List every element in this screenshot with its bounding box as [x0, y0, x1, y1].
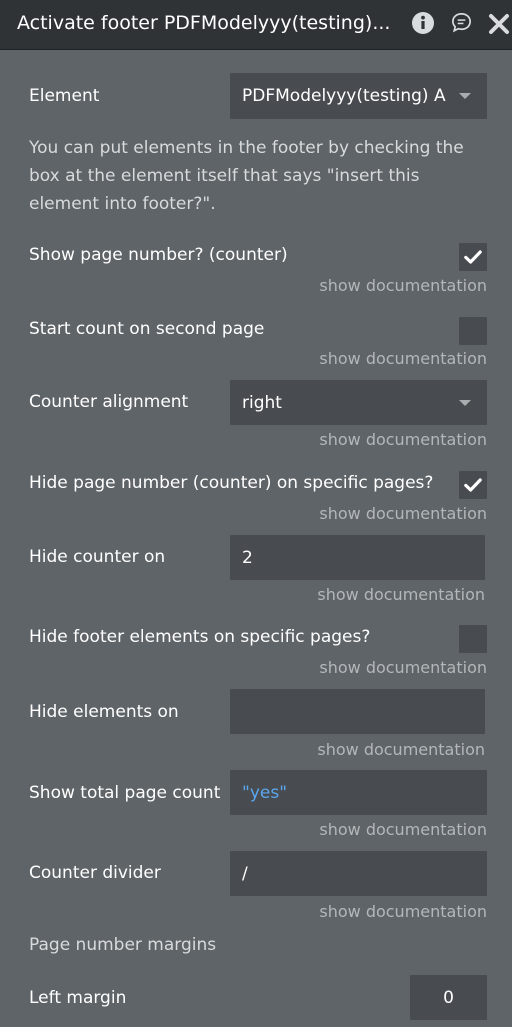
counter-divider-value: / — [242, 863, 248, 884]
element-label: Element — [29, 86, 100, 106]
show-total-page-count-label: Show total page count — [29, 783, 221, 803]
show-documentation-link[interactable]: show documentation — [319, 276, 487, 295]
counter-alignment-label: Counter alignment — [29, 392, 189, 412]
element-dropdown[interactable]: PDFModelyyy(testing) A — [230, 73, 487, 119]
hide-page-number-label: Hide page number (counter) on specific p… — [29, 473, 434, 493]
element-dropdown-value: PDFModelyyy(testing) A — [242, 86, 446, 106]
counter-alignment-dropdown[interactable]: right — [230, 380, 487, 425]
checkmark-icon — [464, 478, 482, 492]
show-documentation-link[interactable]: show documentation — [317, 585, 485, 604]
footer-description: You can put elements in the footer by ch… — [29, 138, 464, 214]
hide-page-number-checkbox[interactable] — [459, 471, 487, 499]
dropdown-caret-icon — [459, 93, 471, 99]
show-documentation-link[interactable]: show documentation — [319, 820, 487, 839]
checkmark-icon — [464, 250, 482, 264]
hide-footer-elements-label: Hide footer elements on specific pages? — [29, 627, 371, 647]
counter-divider-label: Counter divider — [29, 863, 161, 883]
counter-divider-input[interactable]: / — [230, 851, 487, 896]
start-count-second-checkbox[interactable] — [459, 317, 487, 345]
hide-elements-on-input[interactable] — [230, 689, 485, 734]
show-page-number-checkbox[interactable] — [459, 243, 487, 271]
left-margin-label: Left margin — [29, 988, 127, 1008]
show-documentation-link[interactable]: show documentation — [319, 349, 487, 368]
panel-header: Activate footer PDFModelyyy(testing)... — [0, 0, 512, 50]
show-documentation-link[interactable]: show documentation — [319, 902, 487, 921]
show-documentation-link[interactable]: show documentation — [319, 658, 487, 677]
counter-alignment-value: right — [242, 392, 282, 413]
start-count-second-label: Start count on second page — [29, 319, 265, 339]
show-documentation-link[interactable]: show documentation — [319, 430, 487, 449]
hide-footer-elements-checkbox[interactable] — [459, 625, 487, 653]
show-documentation-link[interactable]: show documentation — [319, 504, 487, 523]
show-total-page-count-input[interactable]: "yes" — [230, 770, 487, 815]
hide-elements-on-label: Hide elements on — [29, 702, 179, 722]
hide-counter-on-value: 2 — [242, 547, 253, 568]
dropdown-caret-icon — [459, 399, 471, 406]
page-number-margins-heading: Page number margins — [29, 935, 217, 955]
show-page-number-label: Show page number? (counter) — [29, 245, 288, 265]
show-total-page-count-value: "yes" — [242, 782, 288, 803]
info-icon[interactable] — [411, 11, 435, 39]
hide-counter-on-label: Hide counter on — [29, 547, 166, 567]
hide-counter-on-input[interactable]: 2 — [230, 535, 485, 580]
panel-title: Activate footer PDFModelyyy(testing)... — [17, 12, 391, 34]
comment-icon[interactable] — [450, 11, 473, 38]
left-margin-input[interactable]: 0 — [410, 975, 487, 1020]
left-margin-value: 0 — [443, 987, 454, 1008]
show-documentation-link[interactable]: show documentation — [317, 740, 485, 759]
close-icon[interactable] — [488, 13, 510, 39]
